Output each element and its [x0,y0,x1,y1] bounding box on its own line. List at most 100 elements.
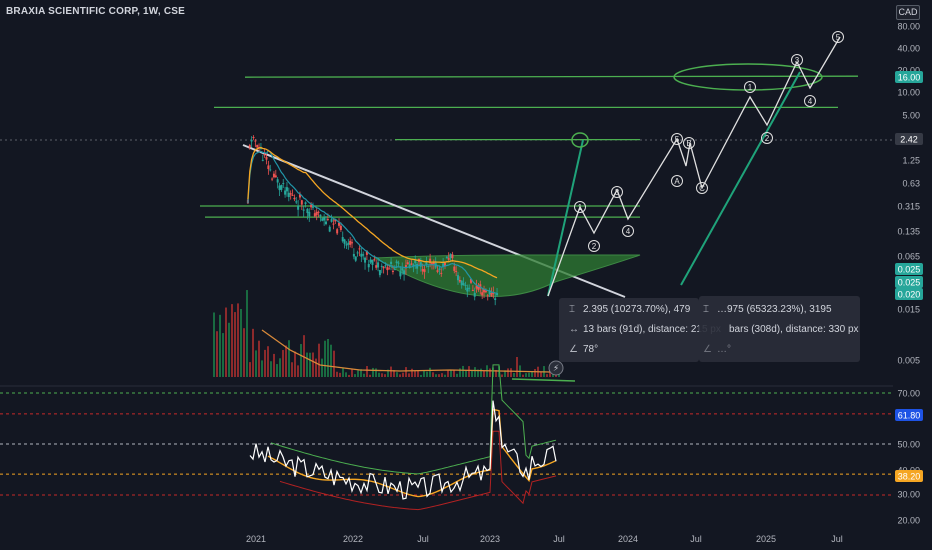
rsi-tag-label: 61.80 [898,411,921,421]
volume-bar [246,290,248,377]
rsi-upper-band [270,364,557,475]
volume-bar [414,370,416,377]
tooltip-angle-row: 78° [583,344,599,355]
volume-bar [330,344,332,377]
volume-bar [408,373,410,377]
volume-bar [420,374,422,377]
volume-bar [522,374,524,377]
volume-bar [375,368,377,377]
candle-body [267,165,270,170]
candle-body [308,211,311,217]
candle-body [464,285,467,287]
price-tick-label: 1.25 [902,156,920,166]
time-tick-label: 2022 [343,534,363,544]
volume-bar [342,368,344,377]
candle-body [391,270,394,273]
rsi-line [249,400,557,500]
volume-bar [285,345,287,377]
candle-body [378,270,381,276]
wave-label: A [674,177,680,186]
candle-body [393,269,396,271]
chart-title: BRAXIA SCIENTIFIC CORP, 1W, CSE [6,6,186,17]
candle-body [287,192,290,198]
volume-bar [435,374,437,377]
candle-body [436,270,439,272]
rsi-lower-band [279,430,557,511]
wave-label: 1 [578,203,583,212]
volume-bar [345,372,347,377]
candle-body [373,259,376,261]
volume-bar [213,312,215,377]
candle-body [388,268,391,270]
volume-bar [501,374,503,377]
candle-body [468,287,471,289]
candle-body [471,289,474,291]
volume-bar [234,312,236,377]
rsi-indicator [249,364,557,511]
volume-bar [438,374,440,377]
candle-body [356,252,359,254]
rsi-tick-label: 70.00 [897,389,920,399]
price-tick-label: 80.00 [897,22,920,32]
candle-body [490,292,493,297]
candle-body [289,193,292,195]
volume-bar [423,370,425,377]
volume-bar [336,371,338,377]
volume-bar [267,346,269,377]
volume-bar [279,358,281,377]
candle-body [300,200,303,205]
volume-bar [399,374,401,377]
volume-bar [255,350,257,377]
volume-bar [483,370,485,377]
candle-body [269,169,272,171]
volume-bar [312,352,314,377]
candle-body [384,265,387,267]
candle-body [406,262,409,265]
candle-body [319,214,322,217]
candle-body [347,242,350,245]
volume-bar [333,350,335,377]
volume-bar [300,344,302,377]
volume-bar [288,340,290,377]
volume-bar [432,372,434,377]
volume-bar [219,314,221,377]
price-tag-label: 0.025 [898,265,921,275]
candle-body [438,268,441,271]
candle-body [484,290,487,293]
lightning-icon: ⚡ [553,364,559,374]
volume-bar [237,303,239,377]
chart-canvas[interactable]: 12345BAC12345 80.0040.0020.0010.005.002.… [0,0,932,550]
volume-bar [465,370,467,377]
candle-body [306,208,309,214]
volume-bar [282,350,284,377]
price-tick-label: 0.135 [897,227,920,237]
candle-body [291,194,294,196]
candle-body [302,209,305,211]
volume-bar [510,368,512,377]
bars-range-icon: ↔ [569,324,579,335]
time-axis[interactable]: 2021 2022 Jul 2023 Jul 2024 Jul 2025 Jul [246,534,843,544]
candle-body [449,253,452,258]
volume-bar [315,358,317,377]
candle-body [280,185,283,190]
wave-label: 5 [675,135,680,144]
candle-body [481,292,484,296]
volume-bar [324,340,326,377]
currency-button[interactable]: CAD [896,5,920,20]
candle-body [414,260,417,264]
volume-bar [222,333,224,377]
time-tick-label: 2023 [480,534,500,544]
time-tick-label: Jul [690,534,702,544]
volume-bar [225,307,227,377]
wave-label: 1 [748,83,753,92]
volume-bar [444,374,446,377]
volume-bar [258,340,260,377]
candle-body [375,265,378,268]
candle-body [252,137,255,139]
volume-bar [447,370,449,377]
candle-body [295,201,298,203]
candle-body [399,271,402,277]
time-tick-label: Jul [831,534,843,544]
candle-body [457,275,460,281]
measure-tooltip-2: ⌶ …975 (65323.23%), 3195 bars (308d), dis… [699,296,860,362]
